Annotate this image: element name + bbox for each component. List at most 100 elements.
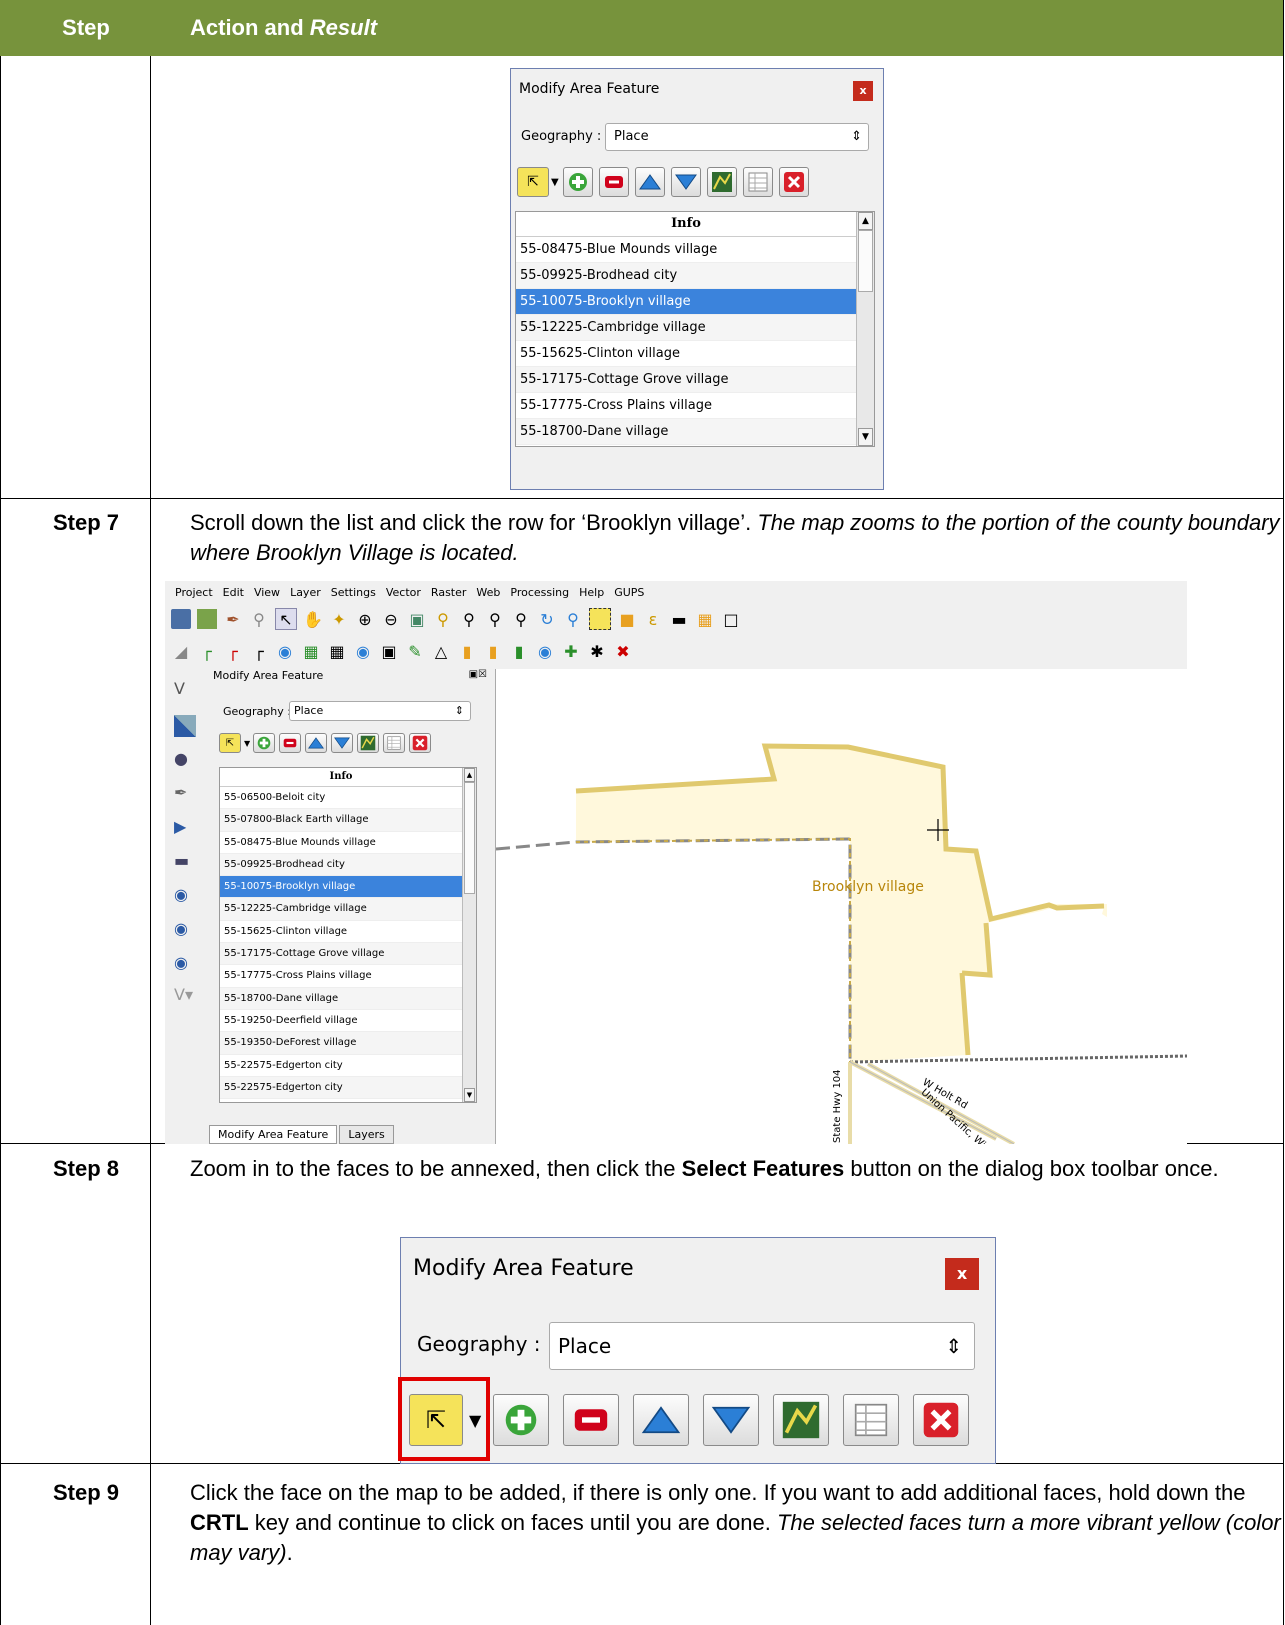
measure-icon[interactable]: ▬ [669, 609, 689, 629]
add-wms-icon[interactable]: ◉ [174, 885, 196, 907]
pan-to-selection-icon[interactable]: ✦ [329, 609, 349, 629]
new-layer-dropdown-icon[interactable]: V▾ [174, 985, 196, 1007]
list-item[interactable]: 55-15625-Clinton village [516, 341, 856, 367]
menu-item-gups[interactable]: GUPS [614, 586, 644, 599]
scrollbar[interactable]: ▲ ▼ [856, 212, 874, 446]
close-button[interactable]: x [945, 1258, 979, 1290]
dropdown-arrow-icon[interactable]: ▼ [551, 177, 559, 188]
zoom-next-icon[interactable]: ⚲ [511, 609, 531, 629]
list-item[interactable]: 55-18700-Dane village [220, 987, 462, 1010]
close-dialog-button[interactable] [409, 733, 432, 753]
select-features-button[interactable]: ⇱ [517, 167, 549, 197]
map-layer-button[interactable] [773, 1394, 830, 1446]
grid-icon[interactable]: ▦ [327, 641, 347, 661]
delete-vertex-icon[interactable]: ┌ [223, 641, 243, 661]
list-item[interactable]: 55-18700-Dane village [516, 419, 856, 445]
red-pin-icon[interactable]: ✖ [613, 641, 633, 661]
zoom-layer-icon[interactable]: ⚲ [459, 609, 479, 629]
move-down-button[interactable] [331, 733, 354, 753]
attribute-table-button[interactable] [383, 733, 406, 753]
list-item[interactable]: 55-17175-Cottage Grove village [516, 367, 856, 393]
add-button[interactable] [493, 1394, 550, 1446]
tab-modify-area-feature[interactable]: Modify Area Feature [209, 1125, 338, 1144]
list-item[interactable]: 55-19250-Deerfield village [220, 1010, 462, 1033]
table-icon[interactable]: ▦ [301, 641, 321, 661]
add-postgis-icon[interactable]: ● [174, 749, 196, 771]
new-layer-icon[interactable] [197, 609, 217, 629]
list-item[interactable]: 55-12225-Cambridge village [516, 315, 856, 341]
remove-button[interactable] [279, 733, 302, 753]
list-item[interactable]: 55-09925-Brodhead city [220, 853, 462, 877]
menu-item-raster[interactable]: Raster [431, 586, 466, 599]
list-item[interactable]: 55-15625-Clinton village [220, 921, 462, 944]
zoom-full-icon[interactable]: ▣ [407, 609, 427, 629]
remove-button[interactable] [598, 167, 629, 197]
map-layer-button[interactable] [357, 733, 380, 753]
export-3-icon[interactable]: ▮ [509, 641, 529, 661]
list-item[interactable]: 55-19350-DeForest village [220, 1032, 462, 1055]
scrollbar[interactable]: ▲ ▼ [462, 768, 476, 1102]
pointer-icon[interactable]: ↖ [275, 608, 297, 630]
menu-item-help[interactable]: Help [579, 586, 604, 599]
add-oracle-icon[interactable]: ▬ [174, 851, 196, 873]
expression-icon[interactable]: ε [643, 609, 663, 629]
scroll-down-icon[interactable]: ▼ [464, 1088, 475, 1102]
search-layer-icon[interactable]: ◉ [275, 641, 295, 661]
list-item[interactable]: 55-17775-Cross Plains village [516, 393, 856, 419]
menu-item-layer[interactable]: Layer [290, 586, 321, 599]
add-vertex-icon[interactable]: ┌ [197, 641, 217, 661]
list-item[interactable]: 55-22575-Edgerton city [220, 1076, 462, 1100]
green-pin-icon[interactable]: ✚ [561, 641, 581, 661]
edit-icon[interactable]: ✎ [405, 641, 425, 661]
refresh-icon[interactable]: ↻ [537, 609, 557, 629]
select-features-button[interactable]: ⇱ [219, 733, 241, 753]
move-up-button[interactable] [634, 167, 665, 197]
shape-icon[interactable]: △ [431, 641, 451, 661]
list-item[interactable]: 55-17175-Cottage Grove village [220, 943, 462, 966]
export-icon[interactable]: ▮ [457, 641, 477, 661]
geography-select[interactable]: Place ⇕ [289, 701, 471, 721]
move-down-button[interactable] [703, 1394, 760, 1446]
geography-select[interactable]: Place ⇕ [605, 123, 869, 151]
dropdown-arrow-icon[interactable]: ▼ [244, 739, 250, 748]
panel-float-icon[interactable]: ▣☒ [469, 669, 487, 680]
geography-select[interactable]: Place ⇕ [549, 1322, 975, 1370]
menu-item-settings[interactable]: Settings [331, 586, 376, 599]
save-icon[interactable] [171, 609, 191, 629]
map-layer-button[interactable] [706, 167, 737, 197]
close-button[interactable]: x [853, 81, 873, 101]
list-item[interactable]: 55-17775-Cross Plains village [220, 965, 462, 988]
split-icon[interactable]: ┌ [249, 641, 269, 661]
deselect-icon[interactable]: ■ [617, 609, 637, 629]
text-annotation-icon[interactable]: □ [721, 609, 741, 629]
black-pin-icon[interactable]: ✱ [587, 641, 607, 661]
pan-icon[interactable]: ✋ [303, 609, 323, 629]
zoom-out-icon[interactable]: ⊖ [381, 609, 401, 629]
add-wfs-icon[interactable]: ◉ [174, 953, 196, 975]
list-item[interactable]: 55-09925-Brodhead city [516, 263, 856, 289]
brooklyn-village-polygon[interactable] [576, 741, 758, 781]
close-dialog-button[interactable] [778, 167, 809, 197]
menu-item-vector[interactable]: Vector [386, 586, 421, 599]
list-item[interactable]: 55-06500-Beloit city [220, 787, 462, 810]
menu-item-edit[interactable]: Edit [223, 586, 244, 599]
scroll-thumb[interactable] [464, 782, 475, 894]
add-raster-layer-icon[interactable] [174, 715, 196, 737]
move-down-button[interactable] [670, 167, 701, 197]
menu-item-project[interactable]: Project [175, 586, 213, 599]
merge-icon[interactable]: ▣ [379, 641, 399, 661]
place-list[interactable]: Info 55-08475-Blue Mounds village 55-0992… [515, 211, 875, 447]
add-button[interactable] [253, 733, 276, 753]
list-item[interactable]: 55-08475-Blue Mounds village [516, 237, 856, 263]
export-2-icon[interactable]: ▮ [483, 641, 503, 661]
annotation-icon[interactable]: ▦ [695, 609, 715, 629]
brooklyn-boundary-fill[interactable] [576, 746, 1107, 1062]
move-up-button[interactable] [305, 733, 328, 753]
add-globe-icon[interactable]: ◉ [535, 641, 555, 661]
zoom-in-icon[interactable]: ⊕ [355, 609, 375, 629]
menu-item-view[interactable]: View [254, 586, 280, 599]
close-dialog-button[interactable] [913, 1394, 970, 1446]
list-item[interactable]: 55-10075-Brooklyn village [220, 876, 462, 899]
select-icon[interactable] [589, 608, 611, 630]
attribute-table-button[interactable] [742, 167, 773, 197]
